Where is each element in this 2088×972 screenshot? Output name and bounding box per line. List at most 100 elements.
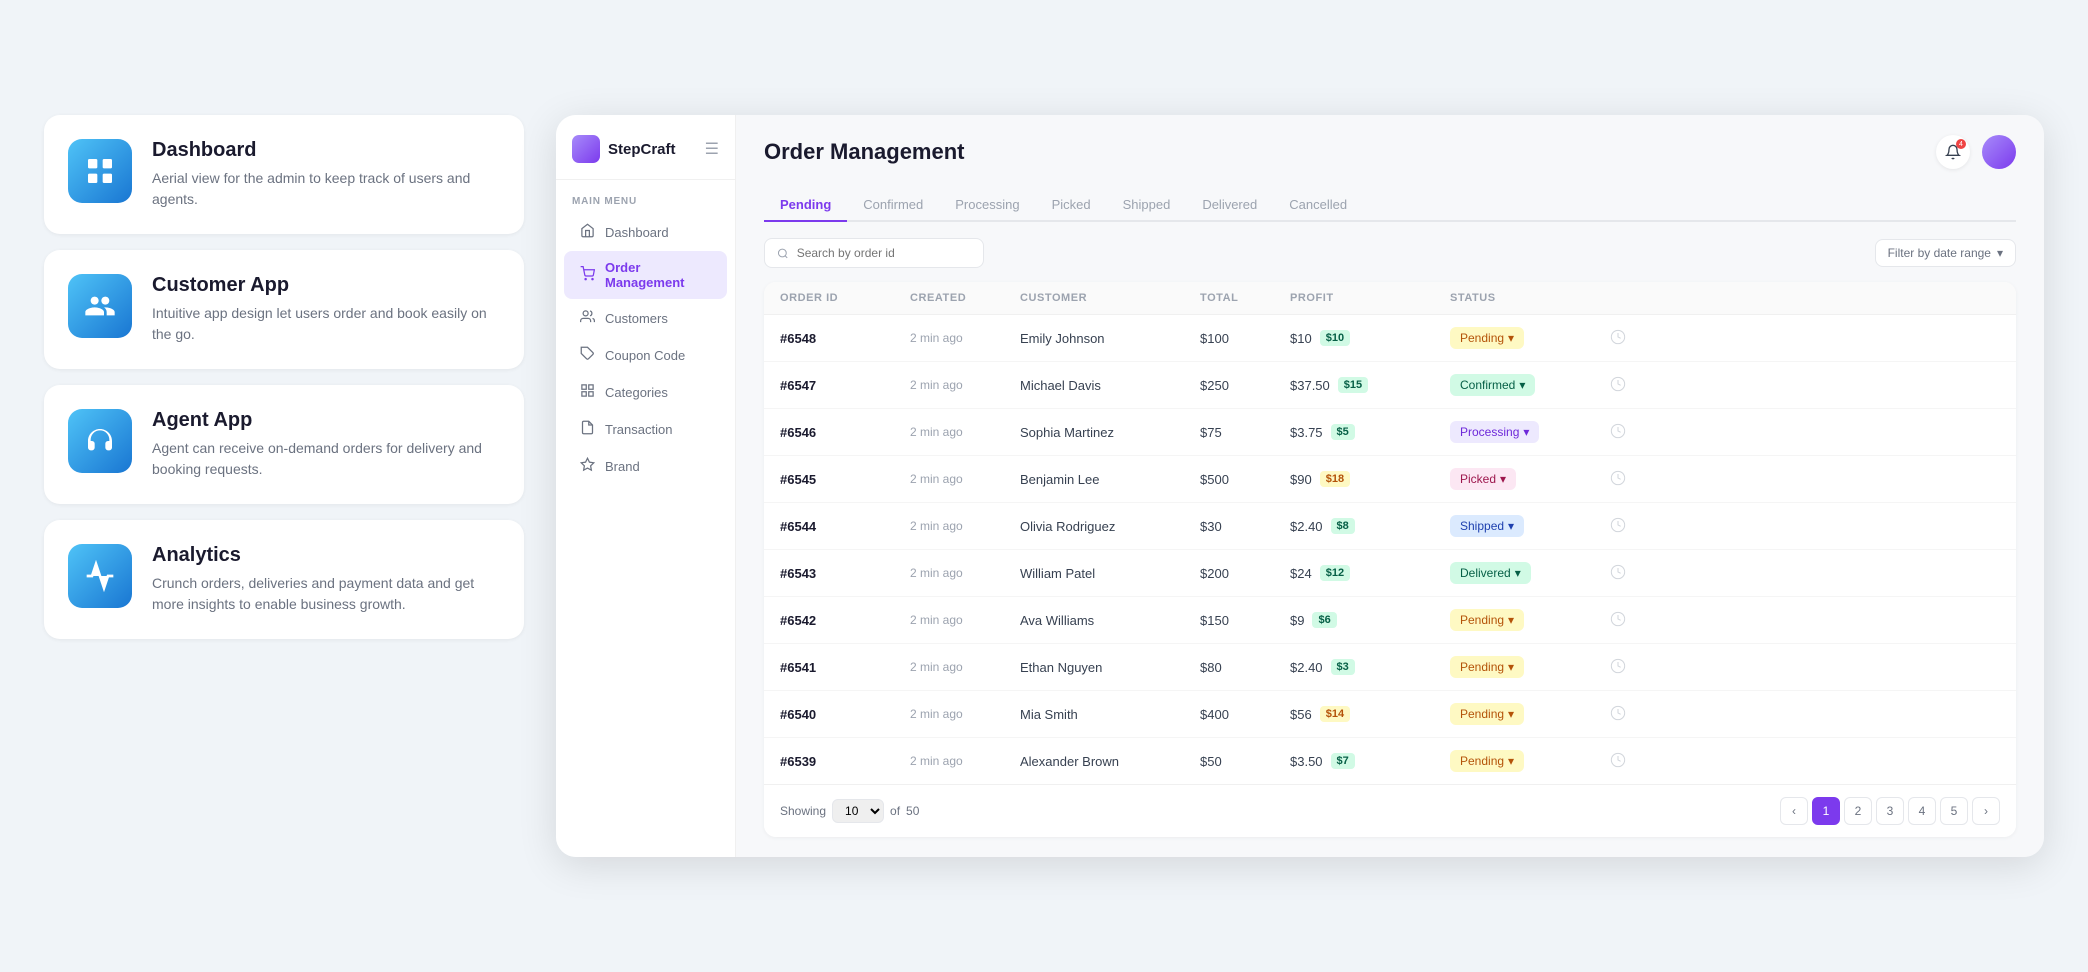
search-box[interactable] <box>764 238 984 268</box>
status-dropdown[interactable]: Pending ▾ <box>1450 703 1524 725</box>
tab-shipped[interactable]: Shipped <box>1107 189 1187 222</box>
notification-button[interactable]: 4 <box>1936 135 1970 169</box>
page-button-3[interactable]: 3 <box>1876 797 1904 825</box>
sidebar-item-brand[interactable]: Brand <box>564 448 727 484</box>
search-input[interactable] <box>797 246 971 260</box>
status-dropdown[interactable]: Confirmed ▾ <box>1450 374 1535 396</box>
status-dropdown[interactable]: Delivered ▾ <box>1450 562 1531 584</box>
action-cell[interactable] <box>1610 564 1650 583</box>
feature-title: Customer App <box>152 274 500 297</box>
customer-cell: Alexander Brown <box>1020 754 1200 769</box>
tab-processing[interactable]: Processing <box>939 189 1035 222</box>
tab-cancelled[interactable]: Cancelled <box>1273 189 1363 222</box>
action-cell[interactable] <box>1610 517 1650 536</box>
next-page-button[interactable]: › <box>1972 797 2000 825</box>
chevron-down-icon: ▾ <box>1508 519 1514 533</box>
table-row: #6546 2 min ago Sophia Martinez $75 $3.7… <box>764 409 2016 456</box>
table-column-header: CUSTOMER <box>1020 292 1200 304</box>
feature-desc: Aerial view for the admin to keep track … <box>152 168 500 210</box>
notification-badge: 4 <box>1956 139 1966 149</box>
tab-delivered[interactable]: Delivered <box>1186 189 1273 222</box>
clock-icon <box>1610 564 1626 580</box>
status-cell[interactable]: Pending ▾ <box>1450 609 1610 631</box>
chevron-down-icon: ▾ <box>1508 660 1514 674</box>
profit-cell: $90 $18 <box>1290 471 1450 487</box>
status-cell[interactable]: Processing ▾ <box>1450 421 1610 443</box>
chevron-down-icon: ▾ <box>1997 246 2003 260</box>
status-dropdown[interactable]: Picked ▾ <box>1450 468 1516 490</box>
total-count: 50 <box>906 804 919 818</box>
status-cell[interactable]: Delivered ▾ <box>1450 562 1610 584</box>
sidebar-toggle-icon[interactable]: ☰ <box>705 139 719 159</box>
profit-cell: $2.40 $8 <box>1290 518 1450 534</box>
sidebar-item-order-management[interactable]: Order Management <box>564 251 727 299</box>
page-button-2[interactable]: 2 <box>1844 797 1872 825</box>
action-cell[interactable] <box>1610 705 1650 724</box>
status-dropdown[interactable]: Shipped ▾ <box>1450 515 1524 537</box>
action-cell[interactable] <box>1610 658 1650 677</box>
feature-text-agent-app: Agent App Agent can receive on-demand or… <box>152 409 500 480</box>
menu-label: MAIN MENU <box>556 180 735 213</box>
status-cell[interactable]: Pending ▾ <box>1450 656 1610 678</box>
clock-icon <box>1610 752 1626 768</box>
chart-feature-icon <box>68 544 132 608</box>
page-title: Order Management <box>764 139 965 165</box>
sidebar-item-transaction[interactable]: Transaction <box>564 411 727 447</box>
total-cell: $80 <box>1200 660 1290 675</box>
status-cell[interactable]: Pending ▾ <box>1450 750 1610 772</box>
status-cell[interactable]: Shipped ▾ <box>1450 515 1610 537</box>
sidebar-item-coupon-code[interactable]: Coupon Code <box>564 337 727 373</box>
feature-title: Analytics <box>152 544 500 567</box>
sidebar-item-dashboard[interactable]: Dashboard <box>564 214 727 250</box>
chevron-down-icon: ▾ <box>1500 472 1506 486</box>
action-cell[interactable] <box>1610 423 1650 442</box>
prev-page-button[interactable]: ‹ <box>1780 797 1808 825</box>
profit-cell: $10 $10 <box>1290 330 1450 346</box>
action-cell[interactable] <box>1610 376 1650 395</box>
action-cell[interactable] <box>1610 752 1650 771</box>
action-cell[interactable] <box>1610 329 1650 348</box>
table-row: #6541 2 min ago Ethan Nguyen $80 $2.40 $… <box>764 644 2016 691</box>
tab-picked[interactable]: Picked <box>1036 189 1107 222</box>
status-cell[interactable]: Confirmed ▾ <box>1450 374 1610 396</box>
page-button-5[interactable]: 5 <box>1940 797 1968 825</box>
status-cell[interactable]: Picked ▾ <box>1450 468 1610 490</box>
page-button-1[interactable]: 1 <box>1812 797 1840 825</box>
per-page-select[interactable]: 10 25 50 <box>832 799 884 823</box>
status-dropdown[interactable]: Pending ▾ <box>1450 327 1524 349</box>
status-dropdown[interactable]: Pending ▾ <box>1450 656 1524 678</box>
tab-pending[interactable]: Pending <box>764 189 847 222</box>
status-cell[interactable]: Pending ▾ <box>1450 327 1610 349</box>
page-wrapper: Dashboard Aerial view for the admin to k… <box>44 115 2044 857</box>
action-cell[interactable] <box>1610 611 1650 630</box>
profit-amount: $3.75 <box>1290 425 1323 440</box>
created-cell: 2 min ago <box>910 331 1020 345</box>
total-cell: $50 <box>1200 754 1290 769</box>
feature-title: Agent App <box>152 409 500 432</box>
page-button-4[interactable]: 4 <box>1908 797 1936 825</box>
status-dropdown[interactable]: Pending ▾ <box>1450 750 1524 772</box>
created-cell: 2 min ago <box>910 707 1020 721</box>
total-cell: $400 <box>1200 707 1290 722</box>
sidebar-item-label: Customers <box>605 311 668 326</box>
status-dropdown[interactable]: Pending ▾ <box>1450 609 1524 631</box>
sidebar-item-categories[interactable]: Categories <box>564 374 727 410</box>
filter-button[interactable]: Filter by date range ▾ <box>1875 239 2016 267</box>
sidebar-item-customers[interactable]: Customers <box>564 300 727 336</box>
total-cell: $150 <box>1200 613 1290 628</box>
chevron-down-icon: ▾ <box>1515 566 1521 580</box>
total-cell: $500 <box>1200 472 1290 487</box>
status-dropdown[interactable]: Processing ▾ <box>1450 421 1539 443</box>
table-row: #6548 2 min ago Emily Johnson $100 $10 $… <box>764 315 2016 362</box>
customer-cell: Ethan Nguyen <box>1020 660 1200 675</box>
status-cell[interactable]: Pending ▾ <box>1450 703 1610 725</box>
customer-cell: Emily Johnson <box>1020 331 1200 346</box>
order-id-cell: #6541 <box>780 660 910 675</box>
profit-amount: $24 <box>1290 566 1312 581</box>
user-avatar[interactable] <box>1982 135 2016 169</box>
profit-cell: $24 $12 <box>1290 565 1450 581</box>
main-header: Order Management 4 <box>764 135 2016 169</box>
action-cell[interactable] <box>1610 470 1650 489</box>
chevron-down-icon: ▾ <box>1508 754 1514 768</box>
tab-confirmed[interactable]: Confirmed <box>847 189 939 222</box>
